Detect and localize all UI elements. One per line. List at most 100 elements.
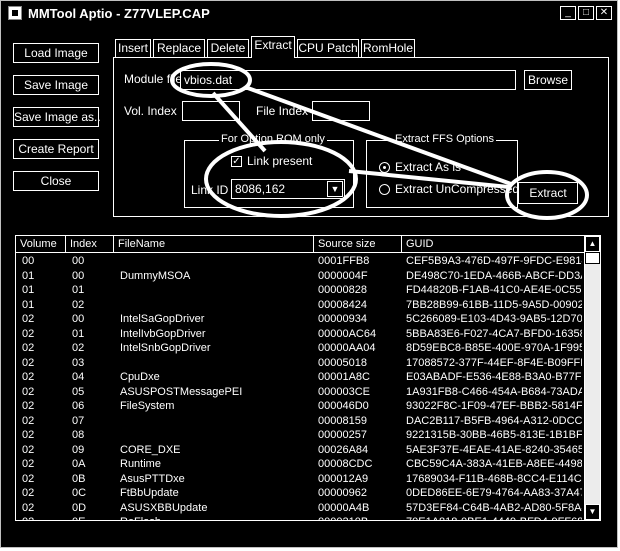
cell-source-size: 000003CE (318, 385, 370, 398)
cell-index: 02 (72, 342, 85, 354)
tab-delete[interactable]: Delete (207, 39, 249, 57)
table-row[interactable]: 02 0C FtBbUpdate 00000962 0DED86EE-6E79-4764… (16, 486, 584, 501)
table-row[interactable]: 02 0D ASUSXBBUpdate 00000A4B 57D3EF84-C64B-4… (16, 501, 584, 516)
file-index-input[interactable] (312, 101, 370, 121)
cell-volume: 02 (22, 400, 35, 412)
cell-guid: 5C266089-E103-4D43-9AB5-12D709 (406, 313, 582, 325)
cell-source-size: 00000828 (318, 284, 367, 296)
cell-filename: CORE_DXE (120, 443, 181, 456)
cell-guid: 0DED86EE-6E79-4764-AA83-37A477 (406, 487, 582, 499)
cell-guid: 8D59EBC8-B85E-400E-970A-1F995D (406, 342, 582, 354)
tab-cpu-patch[interactable]: CPU Patch (297, 39, 359, 57)
link-present-label: Link present (247, 154, 313, 168)
table-row[interactable]: 02 0E ReFlash 0000210B 70E1A818-0BE1-4449-BF… (16, 515, 584, 520)
link-id-combo[interactable]: 8086,162 ▼ (231, 179, 345, 199)
vol-index-input[interactable] (182, 101, 240, 121)
scroll-thumb[interactable] (585, 252, 600, 264)
browse-button[interactable]: Browse (524, 70, 572, 90)
table-row[interactable]: 01 02 00008424 7BB28B99-61BB-11D5-9A5D-0090… (16, 298, 584, 313)
table-row[interactable]: 02 00 IntelSaGopDriver 00000934 5C266089-E10… (16, 312, 584, 327)
cell-index: 01 (72, 327, 85, 340)
cell-index: 07 (72, 414, 85, 427)
tab-romhole[interactable]: RomHole (361, 39, 415, 57)
column-index[interactable]: Index (66, 236, 114, 253)
extract-as-is-label: Extract As is (395, 160, 462, 174)
cell-filename: FtBbUpdate (120, 487, 179, 499)
table-row[interactable]: 02 04 CpuDxe 00001A8C E03ABADF-E536-4E88-B3A… (16, 370, 584, 385)
cell-volume: 02 (22, 515, 66, 520)
cell-volume: 02 (22, 501, 35, 514)
cell-index: 06 (72, 400, 85, 412)
cell-index: 0A (72, 458, 86, 470)
cell-volume: 02 (22, 487, 35, 499)
table-row[interactable]: 00 00 0001FFB8 CEF5B9A3-476D-497F-9FDC-E981… (16, 254, 584, 269)
scroll-up-icon[interactable]: ▲ (585, 236, 600, 252)
option-rom-group-title: For Option ROM only (219, 133, 327, 145)
column-guid[interactable]: GUID (402, 236, 584, 253)
table-row[interactable]: 02 02 IntelSnbGopDriver 00000AA04 8D59EBC8-B… (16, 341, 584, 356)
table-row[interactable]: 02 07 00008159 DAC2B117-B5FB-4964-A312-0DCC… (16, 414, 584, 429)
ffs-options-title: Extract FFS Options (393, 133, 497, 145)
module-list[interactable]: Volume Index FileName Source size GUID 0… (15, 235, 601, 521)
ffs-options-group: Extract FFS Options Extract As is Extrac… (366, 133, 520, 208)
extract-uncompressed-label: Extract UnCompressed (395, 182, 520, 196)
extract-uncompressed-radio[interactable] (379, 184, 390, 195)
cell-volume: 00 (22, 255, 35, 267)
cell-volume: 02 (22, 414, 35, 427)
chevron-down-icon[interactable]: ▼ (327, 181, 343, 197)
table-row[interactable]: 02 06 FileSystem 000046D0 93022F8C-1F09-47EF… (16, 399, 584, 414)
cell-guid: 5AE3F37E-4EAE-41AE-8240-354658 (406, 443, 582, 456)
table-row[interactable]: 02 0B AsusPTTDxe 000012A9 17689034-F11B-468B… (16, 472, 584, 487)
cell-index: 0E (72, 515, 114, 520)
tab-replace[interactable]: Replace (153, 39, 205, 57)
table-row[interactable]: 01 01 00000828 FD44820B-F1AB-41C0-AE4E-0C55… (16, 283, 584, 298)
cell-index: 09 (72, 443, 85, 456)
cell-filename: ReFlash (120, 515, 314, 520)
app-window: MMTool Aptio - Z77VLEP.CAP _ □ ✕ Load Im… (0, 0, 618, 548)
cell-source-size: 00000A4B (318, 501, 370, 514)
tab-insert[interactable]: Insert (115, 39, 151, 57)
minimize-button[interactable]: _ (560, 6, 576, 20)
table-row[interactable]: 02 05 ASUSPOSTMessagePEI 000003CE 1A931FB8-C… (16, 385, 584, 400)
table-row[interactable]: 02 03 00005018 17088572-377F-44EF-8F4E-B09F… (16, 356, 584, 371)
cell-volume: 02 (22, 356, 35, 369)
app-icon (8, 6, 22, 20)
load-image-button[interactable]: Load Image (13, 43, 99, 63)
column-source-size[interactable]: Source size (314, 236, 402, 253)
column-filename[interactable]: FileName (114, 236, 314, 253)
maximize-button[interactable]: □ (578, 6, 594, 20)
cell-source-size: 00001A8C (318, 371, 370, 383)
cell-guid: 57D3EF84-C64B-4AB2-AD80-5F8A4 (406, 501, 582, 514)
cell-source-size: 00000257 (318, 429, 367, 441)
cell-source-size: 0000004F (318, 269, 368, 282)
extract-as-is-radio[interactable] (379, 162, 390, 173)
cell-source-size: 00008159 (318, 414, 367, 427)
file-index-label: File Index (256, 104, 309, 118)
tab-extract[interactable]: Extract (251, 36, 295, 58)
scroll-down-icon[interactable]: ▼ (585, 504, 600, 520)
list-rows: 00 00 0001FFB8 CEF5B9A3-476D-497F-9FDC-E981… (16, 254, 584, 520)
close-button[interactable]: Close (13, 171, 99, 191)
close-window-button[interactable]: ✕ (596, 6, 612, 20)
cell-source-size: 000012A9 (318, 472, 369, 485)
table-row[interactable]: 02 09 CORE_DXE 00026A84 5AE3F37E-4EAE-41AE-8… (16, 443, 584, 458)
table-row[interactable]: 02 0A Runtime 00008CDC CBC59C4A-383A-41EB-A8… (16, 457, 584, 472)
save-image-button[interactable]: Save Image (13, 75, 99, 95)
link-present-checkbox[interactable]: ✓ (231, 156, 242, 167)
table-row[interactable]: 01 00 DummyMSOA 0000004F DE498C70-1EDA-466B-… (16, 269, 584, 284)
cell-guid: DAC2B117-B5FB-4964-A312-0DCC7 (406, 414, 582, 427)
vertical-scrollbar[interactable]: ▲ ▼ (584, 236, 600, 520)
module-file-input[interactable]: vbios.dat (180, 70, 516, 90)
save-image-as-button[interactable]: Save Image as.. (13, 107, 101, 127)
cell-volume: 02 (22, 472, 35, 485)
table-row[interactable]: 02 01 IntelIvbGopDriver 00000AC64 5BBA83E6-F… (16, 327, 584, 342)
title-bar[interactable]: MMTool Aptio - Z77VLEP.CAP _ □ ✕ (4, 4, 614, 23)
cell-index: 05 (72, 385, 85, 398)
create-report-button[interactable]: Create Report (13, 139, 99, 159)
table-row[interactable]: 02 08 00000257 9221315B-30BB-46B5-813E-1B1B… (16, 428, 584, 443)
cell-volume: 02 (22, 327, 35, 340)
option-rom-group: For Option ROM only ✓ Link present Link … (184, 133, 354, 208)
extract-button[interactable]: Extract (518, 182, 578, 204)
column-volume[interactable]: Volume (16, 236, 66, 253)
cell-volume: 02 (22, 385, 35, 398)
